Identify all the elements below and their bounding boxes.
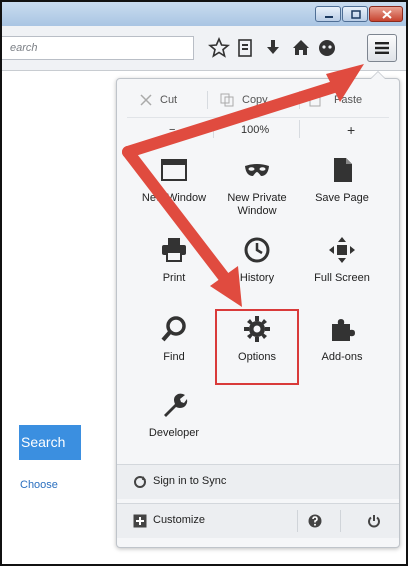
title-bar [2,2,406,26]
help-icon[interactable] [308,514,322,528]
full-screen-item[interactable]: Full Screen [306,236,378,300]
customize-button[interactable]: Customize [117,503,399,538]
divider [299,120,300,138]
zoom-reset-button[interactable]: 100% [241,122,269,138]
developer-item[interactable]: Developer [138,391,210,455]
customize-label: Customize [153,514,205,526]
new-private-window-label: New Private Window [227,192,287,217]
clock-icon [244,237,270,263]
new-window-item[interactable]: New Window [138,156,210,220]
copy-icon [220,93,234,107]
zoom-in-button[interactable]: + [347,122,355,138]
history-item[interactable]: History [221,236,293,300]
printer-icon [162,238,186,262]
clipboard-icon [309,93,321,107]
sign-in-sync-button[interactable]: Sign in to Sync [117,464,399,499]
options-label: Options [238,351,276,363]
close-button[interactable] [369,6,403,22]
panel-pointer [370,71,386,79]
private-mask-icon [245,164,269,176]
cut-label: Cut [160,94,178,106]
social-share-icon[interactable] [316,37,338,59]
zoom-controls: − 100% + [127,117,389,140]
divider [340,510,341,532]
fullscreen-icon [329,237,355,263]
search-input[interactable]: earch [2,36,194,60]
download-icon[interactable] [262,37,284,59]
zoom-out-button[interactable]: − [169,122,175,138]
sign-in-sync-label: Sign in to Sync [153,475,227,487]
new-window-label: New Window [141,192,207,204]
new-private-window-item[interactable]: New Private Window [221,156,293,220]
developer-label: Developer [148,427,200,439]
power-icon[interactable] [367,514,381,528]
home-icon[interactable] [290,37,312,59]
wrench-icon [164,393,188,417]
history-label: History [239,272,275,284]
save-page-label: Save Page [315,192,369,204]
navigation-toolbar: earch [2,26,406,71]
open-menu-button[interactable] [367,34,397,62]
find-label: Find [163,351,185,363]
magnifier-icon [161,316,186,342]
full-screen-label: Full Screen [314,272,370,284]
app-menu-panel: Cut Copy Paste − 100% + New Window New P… [116,71,400,548]
sync-icon [134,476,146,488]
puzzle-piece-icon [332,319,355,341]
edit-controls: Cut Copy Paste [127,89,389,111]
divider [297,510,298,532]
copy-label: Copy [242,94,268,106]
divider [213,120,214,138]
maximize-button[interactable] [342,6,368,22]
customize-plus-icon [133,514,147,528]
bookmark-star-icon[interactable] [208,37,230,59]
scissors-icon [140,94,152,106]
minimize-button[interactable] [315,6,341,22]
addons-label: Add-ons [321,351,363,363]
hamburger-menu-icon [375,42,389,54]
divider [299,91,300,109]
choose-link[interactable]: Choose [20,479,58,491]
print-item[interactable]: Print [138,236,210,300]
new-window-icon [161,159,187,181]
gear-icon [244,316,270,342]
addons-item[interactable]: Add-ons [306,315,378,379]
browser-window: earch Search Choose Cut Copy Paste − 100… [0,0,408,566]
options-item[interactable]: Options [215,309,299,385]
print-label: Print [162,272,186,284]
reading-list-icon[interactable] [234,37,256,59]
save-page-icon [334,158,352,182]
find-item[interactable]: Find [138,315,210,379]
save-page-item[interactable]: Save Page [306,156,378,220]
page-search-button[interactable]: Search [19,425,81,460]
divider [207,91,208,109]
paste-label: Paste [334,94,363,106]
